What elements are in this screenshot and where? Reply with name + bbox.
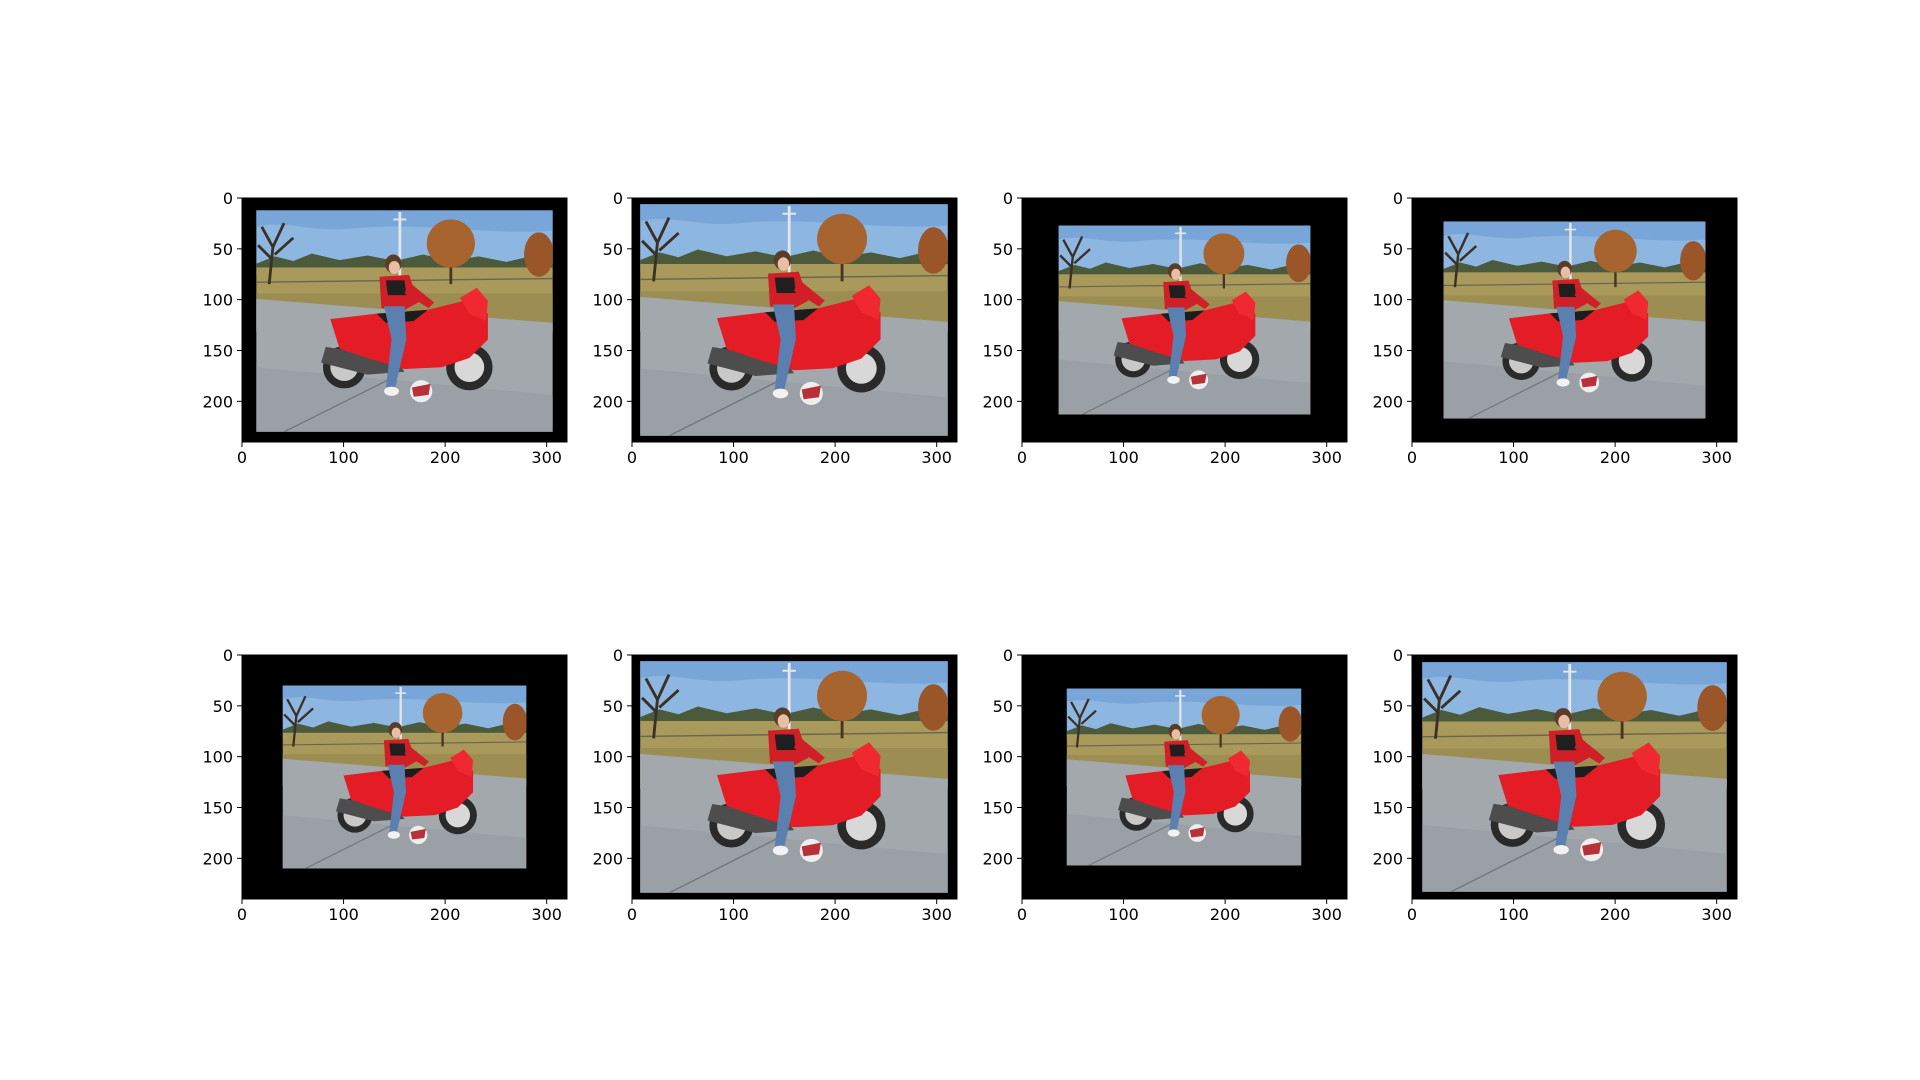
y-tick-label: 150	[982, 342, 1013, 361]
y-tick-label: 200	[982, 849, 1013, 868]
x-tick-label: 300	[1701, 905, 1732, 924]
y-tick-label: 0	[1393, 189, 1403, 208]
y-tick-label: 150	[1372, 342, 1403, 361]
figure: 0 100 200 300 0 50 100 150 200 0 100 200 300 0 50 100 15…	[202, 189, 1738, 924]
y-tick-label: 200	[1372, 849, 1403, 868]
y-tick-label: 50	[1383, 697, 1403, 716]
x-tick-label: 100	[1108, 448, 1139, 467]
y-tick-label: 150	[202, 342, 233, 361]
y-tick-label: 0	[613, 646, 623, 665]
x-tick-label: 0	[1017, 448, 1027, 467]
y-tick-label: 100	[592, 291, 623, 310]
y-tick-label: 0	[1393, 646, 1403, 665]
x-tick-label: 0	[627, 448, 637, 467]
motorcycle-photo	[1066, 688, 1302, 866]
motorcycle-photo	[1443, 221, 1706, 419]
image-panel-8: 0 100 200 300 0 50 100 150 200	[1372, 646, 1738, 924]
y-tick-label: 200	[982, 392, 1013, 411]
x-tick-label: 200	[430, 905, 461, 924]
x-tick-label: 100	[718, 448, 749, 467]
y-tick-label: 200	[202, 849, 233, 868]
x-tick-label: 200	[1600, 905, 1631, 924]
y-tick-label: 150	[982, 799, 1013, 818]
x-tick-label: 0	[237, 905, 247, 924]
x-tick-label: 100	[1498, 448, 1529, 467]
y-tick-label: 200	[592, 392, 623, 411]
y-tick-label: 50	[1383, 240, 1403, 259]
x-tick-label: 0	[1407, 905, 1417, 924]
y-tick-label: 50	[603, 240, 623, 259]
motorcycle-photo	[1058, 225, 1311, 415]
y-tick-label: 100	[1372, 291, 1403, 310]
image-panel-1: 0 100 200 300 0 50 100 150 200	[202, 189, 568, 467]
y-tick-label: 0	[1003, 646, 1013, 665]
y-tick-label: 100	[982, 748, 1013, 767]
y-tick-label: 150	[1372, 799, 1403, 818]
y-tick-label: 150	[592, 342, 623, 361]
x-tick-label: 200	[820, 905, 851, 924]
motorcycle-photo	[282, 685, 527, 869]
y-tick-label: 0	[223, 646, 233, 665]
motorcycle-photo	[256, 210, 553, 432]
x-tick-label: 300	[1701, 448, 1732, 467]
motorcycle-photo	[640, 661, 948, 893]
x-tick-label: 200	[1600, 448, 1631, 467]
x-tick-label: 0	[1407, 448, 1417, 467]
y-tick-label: 50	[603, 697, 623, 716]
x-tick-label: 100	[718, 905, 749, 924]
x-tick-label: 200	[1210, 905, 1241, 924]
y-tick-label: 150	[202, 799, 233, 818]
y-tick-label: 50	[993, 240, 1013, 259]
x-tick-label: 300	[531, 905, 562, 924]
x-tick-label: 100	[328, 448, 359, 467]
x-tick-label: 200	[820, 448, 851, 467]
y-tick-label: 100	[592, 748, 623, 767]
image-panel-5: 0 100 200 300 0 50 100 150 200	[202, 646, 568, 924]
y-tick-label: 150	[592, 799, 623, 818]
y-tick-label: 100	[1372, 748, 1403, 767]
x-tick-label: 300	[921, 905, 952, 924]
image-panel-6: 0 100 200 300 0 50 100 150 200	[592, 646, 958, 924]
y-tick-label: 200	[592, 849, 623, 868]
x-tick-label: 100	[328, 905, 359, 924]
x-tick-label: 0	[1017, 905, 1027, 924]
x-tick-label: 200	[1210, 448, 1241, 467]
motorcycle-photo	[640, 204, 948, 436]
x-tick-label: 300	[531, 448, 562, 467]
y-tick-label: 100	[202, 291, 233, 310]
x-tick-label: 300	[921, 448, 952, 467]
x-tick-label: 300	[1311, 905, 1342, 924]
y-tick-label: 100	[202, 748, 233, 767]
y-tick-label: 0	[1003, 189, 1013, 208]
x-tick-label: 200	[430, 448, 461, 467]
y-tick-label: 50	[213, 240, 233, 259]
image-panel-7: 0 100 200 300 0 50 100 150 200	[982, 646, 1348, 924]
x-tick-label: 100	[1108, 905, 1139, 924]
motorcycle-photo	[1422, 662, 1727, 892]
y-tick-label: 50	[993, 697, 1013, 716]
x-tick-label: 0	[627, 905, 637, 924]
x-tick-label: 300	[1311, 448, 1342, 467]
y-tick-label: 200	[202, 392, 233, 411]
y-tick-label: 50	[213, 697, 233, 716]
y-tick-label: 200	[1372, 392, 1403, 411]
image-panel-4: 0 100 200 300 0 50 100 150 200	[1372, 189, 1738, 467]
y-tick-label: 0	[613, 189, 623, 208]
image-panel-3: 0 100 200 300 0 50 100 150 200	[982, 189, 1348, 467]
x-tick-label: 0	[237, 448, 247, 467]
y-tick-label: 0	[223, 189, 233, 208]
x-tick-label: 100	[1498, 905, 1529, 924]
image-panel-2: 0 100 200 300 0 50 100 150 200	[592, 189, 958, 467]
y-tick-label: 100	[982, 291, 1013, 310]
